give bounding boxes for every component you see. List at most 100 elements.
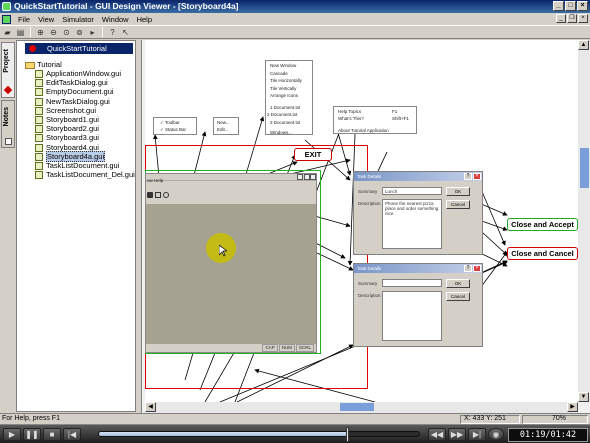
context-help-icon[interactable]: ↖ [120,27,131,38]
tree-file-item[interactable]: TaskListDocument_Del.gui [35,170,135,180]
toolbar: ▰ ▤ ⊕ ⊖ ⊙ ⊚ ▸ ? ↖ [0,25,590,39]
volume-icon[interactable]: ◉ [488,428,504,441]
zoom-in-icon[interactable]: ⊕ [35,27,46,38]
tree-file-item[interactable]: Screenshot.gui [35,106,96,115]
play-icon[interactable]: ▸ [87,27,98,38]
scroll-left-button[interactable]: ◀ [145,402,156,412]
tree-file-item[interactable]: EditTaskDialog.gui [35,78,108,88]
app-icon [2,2,11,11]
tree-file-item[interactable]: ApplicationWindow.gui [35,69,121,79]
vertical-scrollbar[interactable]: ▲ ▼ [578,40,590,402]
dialog2-cancel-button[interactable]: Cancel [446,292,470,301]
close-and-accept-node[interactable]: Close and Accept [507,218,578,231]
scroll-up-button[interactable]: ▲ [578,40,589,50]
tree-file-item[interactable]: Storyboard1.gui [35,115,99,125]
skip-end-button[interactable]: ▶| [468,428,486,441]
zoom-out-icon[interactable]: ⊖ [48,27,59,38]
doc-close-button[interactable]: × [578,14,588,23]
title-bar[interactable]: QuickStartTutorial - GUI Design Viewer -… [0,0,590,13]
tree-file-item[interactable]: Storyboard2.gui [35,124,99,134]
dialog2-help-icon[interactable]: ? [464,265,472,272]
minimize-button[interactable]: _ [553,1,564,11]
zoom-100-icon[interactable]: ⊙ [61,27,72,38]
tree-file-label: EditTaskDialog.gui [46,78,108,88]
help-menu-item: Help Topics [338,109,362,114]
window-menu-item: Tile Vertically [270,85,297,91]
scroll-right-button[interactable]: ▶ [567,402,578,412]
exit-node[interactable]: EXIT [294,148,332,161]
menu-view[interactable]: View [34,15,58,24]
play-button[interactable]: ▶ [3,428,21,441]
tree-file-item[interactable]: Storyboard3.gui [35,133,99,143]
tree-file-item[interactable]: EmptyDocument.gui [35,87,114,97]
vertical-scroll-thumb[interactable] [580,148,589,188]
zoom-fit-icon[interactable]: ⊚ [74,27,85,38]
task-details-dialog-1[interactable]: Task Details ? × Summary Lunch Descripti… [353,171,483,255]
task-details-dialog-2[interactable]: Task Details ? × Summary Description OK … [353,263,483,347]
project-tree[interactable]: QuickStartTutorial Tutorial ApplicationW… [16,40,136,412]
dialog2-close-icon[interactable]: × [473,265,481,272]
tree-file-item[interactable]: TaskListDocument.gui [35,161,119,171]
doc-minimize-button[interactable]: _ [556,14,566,23]
seek-bar[interactable] [98,431,420,437]
menu-simulator[interactable]: Simulator [58,15,98,24]
dialog1-help-icon[interactable]: ? [464,173,472,180]
window-menu-item: Cascade [270,70,288,76]
tree-file-label: NewTaskDialog.gui [46,96,110,106]
seek-handle[interactable] [345,427,349,442]
dialog2-summary-label: Summary [358,281,378,286]
menu-window[interactable]: Window [98,15,133,24]
dialog1-summary-input[interactable]: Lunch [382,187,442,195]
tree-file-item[interactable]: Storyboard4a.gui [35,150,106,162]
dialog1-description-input[interactable]: Phone the nearest pizza place and order … [382,199,442,249]
tab-project[interactable]: Project [1,42,15,98]
app-window-screenshot[interactable]: ow Help CAP NUM SCRL [145,173,317,353]
open-icon[interactable]: ▰ [2,27,13,38]
fast-forward-button[interactable]: ▶▶ [448,428,466,441]
gui-file-icon [35,70,43,79]
maximize-button[interactable]: □ [565,1,576,11]
gui-file-icon [35,162,43,171]
gui-file-icon [35,143,43,152]
dialog1-cancel-button[interactable]: Cancel [446,200,470,209]
close-button[interactable]: × [577,1,588,11]
document-area [146,204,316,344]
dialog2-description-input[interactable] [382,291,442,341]
status-bar: For Help, press F1 X: 433 Y: 251 70% [0,413,590,424]
tree-root[interactable]: QuickStartTutorial [25,43,133,54]
help-menu-snippet[interactable]: Help Topics F1 What's This? Shift+F1 About T… [333,106,417,134]
dialog1-ok-button[interactable]: OK [446,187,470,196]
tree-folder[interactable]: Tutorial [25,60,62,69]
tab-notes[interactable]: Notes [1,100,15,148]
view-menu-snippet[interactable]: ✓ Toolbar ✓ Status Bar [153,117,197,135]
file-edit-item: Edit... [217,127,229,132]
rewind-button[interactable]: ◀◀ [428,428,446,441]
mouse-cursor-icon [219,245,227,257]
status-num: NUM [278,344,295,352]
menu-file[interactable]: File [14,15,34,24]
dialog2-ok-button[interactable]: OK [446,279,470,288]
pause-button[interactable]: ❚❚ [23,428,41,441]
dialog1-close-icon[interactable]: × [473,173,481,180]
scroll-down-button[interactable]: ▼ [578,392,589,402]
time-display: 01:19/01:42 [508,428,588,442]
horizontal-scroll-thumb[interactable] [340,403,374,411]
gui-file-icon [35,171,43,180]
doc-restore-button[interactable]: ❐ [567,14,577,23]
gui-file-icon [35,79,43,88]
close-and-cancel-node[interactable]: Close and Cancel [507,247,578,260]
rewind-start-button[interactable]: |◀ [63,428,81,441]
stop-button[interactable]: ■ [43,428,61,441]
tree-file-item[interactable]: NewTaskDialog.gui [35,97,110,106]
print-icon[interactable]: ▤ [15,27,26,38]
dialog2-summary-input[interactable] [382,279,442,287]
help-icon[interactable]: ? [107,27,118,38]
tree-file-label: Storyboard2.gui [46,124,99,134]
storyboard-canvas[interactable]: ow Help CAP NUM SCRL ✓ Toolbar ✓ Status … [145,40,578,402]
menu-help[interactable]: Help [133,15,156,24]
side-tabs: Project Notes [1,42,15,412]
window-menu-snippet[interactable]: New Window Cascade Tile Horizontally Tile V… [265,60,313,135]
seek-progress [99,432,347,436]
gui-file-icon [35,116,43,125]
file-menu-snippet[interactable]: New... Edit... [213,117,239,135]
